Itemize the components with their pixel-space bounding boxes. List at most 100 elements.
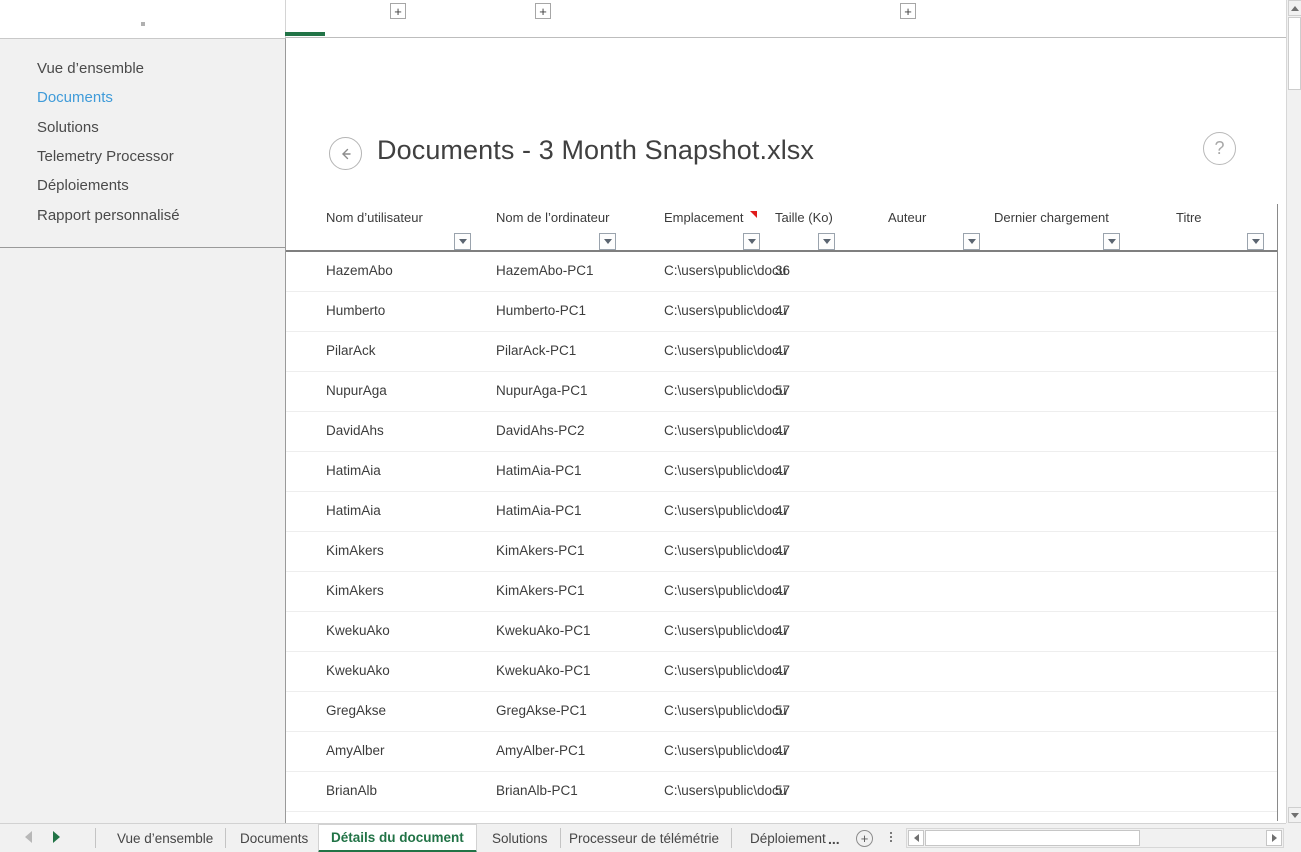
vertical-scrollbar[interactable] — [1286, 0, 1301, 823]
cell-user: HatimAia — [326, 503, 381, 518]
cell-user: Humberto — [326, 303, 386, 318]
chevron-up-icon — [1291, 5, 1299, 11]
table-row[interactable]: NupurAga NupurAga-PC1 C:\users\public\docu… — [286, 372, 1278, 412]
column-header-5: Dernier chargement — [994, 210, 1109, 225]
cell-location: C:\users\public\docu — [664, 303, 787, 318]
table-row[interactable]: Humberto Humberto-PC1 C:\users\public\docu… — [286, 292, 1278, 332]
filter-dropdown-button[interactable] — [454, 233, 471, 250]
question-mark-icon: ? — [1214, 138, 1225, 158]
table-row[interactable]: KimAkers KimAkers-PC1 C:\users\public\docu… — [286, 532, 1278, 572]
sheet-tab-2[interactable]: Détails du document — [318, 824, 477, 852]
cell-size: 57 — [775, 383, 791, 398]
sheet-tab-1[interactable]: Documents — [228, 824, 320, 852]
filter-dropdown-button[interactable] — [599, 233, 616, 250]
scroll-right-button[interactable] — [1266, 830, 1282, 846]
chevron-down-icon — [603, 239, 612, 244]
cell-size: 36 — [775, 263, 791, 278]
help-button[interactable]: ? — [1203, 132, 1236, 165]
nav-item-1[interactable]: Documents — [37, 89, 113, 106]
column-header-0: Nom d’utilisateur — [326, 210, 423, 225]
table-row[interactable]: HazemAbo HazemAbo-PC1 C:\users\public\docu… — [286, 252, 1278, 292]
cell-computer: HatimAia-PC1 — [496, 463, 582, 478]
filter-dropdown-button[interactable] — [743, 233, 760, 250]
cell-location: C:\users\public\docu — [664, 663, 787, 678]
chevron-down-icon — [1107, 239, 1116, 244]
cell-location: C:\users\public\docu — [664, 383, 787, 398]
tab-scroll-left-button[interactable] — [25, 831, 32, 843]
cell-user: GregAkse — [326, 703, 387, 718]
sheet-tab-5[interactable]: Déploiement — [738, 824, 838, 852]
column-header-4: Auteur — [888, 210, 927, 225]
table-body: HazemAbo HazemAbo-PC1 C:\users\public\docu… — [286, 252, 1278, 812]
cell-location: C:\users\public\docu — [664, 423, 787, 438]
vertical-scrollbar-thumb[interactable] — [1288, 17, 1301, 90]
tab-overflow-ellipsis[interactable]: ... — [828, 824, 840, 852]
filter-dropdown-button[interactable] — [818, 233, 835, 250]
cell-user: KwekuAko — [326, 663, 390, 678]
table-row[interactable]: HatimAia HatimAia-PC1 C:\users\public\docu… — [286, 492, 1278, 532]
table-right-border — [1277, 204, 1278, 821]
tab-separator — [731, 828, 732, 848]
excel-telemetry-dashboard: + + + Vue d’ensemble Documents Solutions Tele… — [0, 0, 1301, 852]
sheet-tab-4[interactable]: Processeur de télémétrie — [557, 824, 731, 852]
cell-computer: HazemAbo-PC1 — [496, 263, 594, 278]
outline-expand-button[interactable]: + — [535, 3, 551, 19]
add-sheet-button[interactable]: + — [856, 830, 873, 847]
chevron-down-icon — [1291, 812, 1299, 818]
tab-options-icon[interactable] — [890, 832, 892, 842]
scroll-left-button[interactable] — [908, 830, 924, 846]
cell-computer: NupurAga-PC1 — [496, 383, 588, 398]
tab-scroll-right-button[interactable] — [53, 831, 60, 843]
cell-computer: KwekuAko-PC1 — [496, 623, 591, 638]
selected-cell-topbar — [285, 32, 325, 36]
nav-item-2[interactable]: Solutions — [37, 119, 99, 136]
cell-size: 47 — [775, 743, 791, 758]
filter-dropdown-button[interactable] — [963, 233, 980, 250]
table-row[interactable]: KwekuAko KwekuAko-PC1 C:\users\public\docu… — [286, 652, 1278, 692]
sheet-tab-3[interactable]: Solutions — [480, 824, 560, 852]
cell-computer: GregAkse-PC1 — [496, 703, 587, 718]
cell-location: C:\users\public\docu — [664, 343, 787, 358]
chevron-down-icon — [822, 239, 831, 244]
table-row[interactable]: PilarAck PilarAck-PC1 C:\users\public\docu… — [286, 332, 1278, 372]
outline-expand-button[interactable]: + — [900, 3, 916, 19]
sheet-tab-0[interactable]: Vue d’ensemble — [105, 824, 225, 852]
cell-size: 47 — [775, 503, 791, 518]
filter-dropdown-button[interactable] — [1103, 233, 1120, 250]
table-row[interactable]: KwekuAko KwekuAko-PC1 C:\users\public\docu… — [286, 612, 1278, 652]
cell-size: 47 — [775, 343, 791, 358]
filter-dropdown-button[interactable] — [1247, 233, 1264, 250]
cell-user: DavidAhs — [326, 423, 384, 438]
cell-size: 47 — [775, 423, 791, 438]
scroll-up-button[interactable] — [1288, 0, 1301, 16]
nav-item-5[interactable]: Rapport personnalisé — [37, 207, 180, 224]
horizontal-scrollbar[interactable] — [906, 828, 1284, 848]
cell-computer: AmyAlber-PC1 — [496, 743, 586, 758]
column-header-2: Emplacement — [664, 210, 744, 225]
table-row[interactable]: AmyAlber AmyAlber-PC1 C:\users\public\docu… — [286, 732, 1278, 772]
tab-separator — [560, 828, 561, 848]
nav-item-0[interactable]: Vue d’ensemble — [37, 60, 144, 77]
chevron-down-icon — [1251, 239, 1260, 244]
table-row[interactable]: BrianAlb BrianAlb-PC1 C:\users\public\docu… — [286, 772, 1278, 812]
column-header-6: Titre — [1176, 210, 1202, 225]
cell-location: C:\users\public\docu — [664, 623, 787, 638]
chevron-down-icon — [747, 239, 756, 244]
chevron-right-icon — [1271, 834, 1277, 842]
scroll-down-button[interactable] — [1288, 807, 1301, 823]
scrollbar-corner — [1286, 823, 1301, 852]
report-pane: Documents - 3 Month Snapshot.xlsx ? Nom … — [286, 38, 1286, 823]
cell-location: C:\users\public\docu — [664, 463, 787, 478]
table-row[interactable]: HatimAia HatimAia-PC1 C:\users\public\docu… — [286, 452, 1278, 492]
cell-location: C:\users\public\docu — [664, 703, 787, 718]
chevron-down-icon — [967, 239, 976, 244]
nav-item-3[interactable]: Telemetry Processor — [37, 148, 174, 165]
cell-computer: HatimAia-PC1 — [496, 503, 582, 518]
table-row[interactable]: DavidAhs DavidAhs-PC2 C:\users\public\docu… — [286, 412, 1278, 452]
outline-expand-button[interactable]: + — [390, 3, 406, 19]
back-button[interactable] — [329, 137, 362, 170]
table-row[interactable]: KimAkers KimAkers-PC1 C:\users\public\docu… — [286, 572, 1278, 612]
horizontal-scrollbar-thumb[interactable] — [925, 830, 1140, 846]
table-row[interactable]: GregAkse GregAkse-PC1 C:\users\public\docu… — [286, 692, 1278, 732]
nav-item-4[interactable]: Déploiements — [37, 177, 129, 194]
